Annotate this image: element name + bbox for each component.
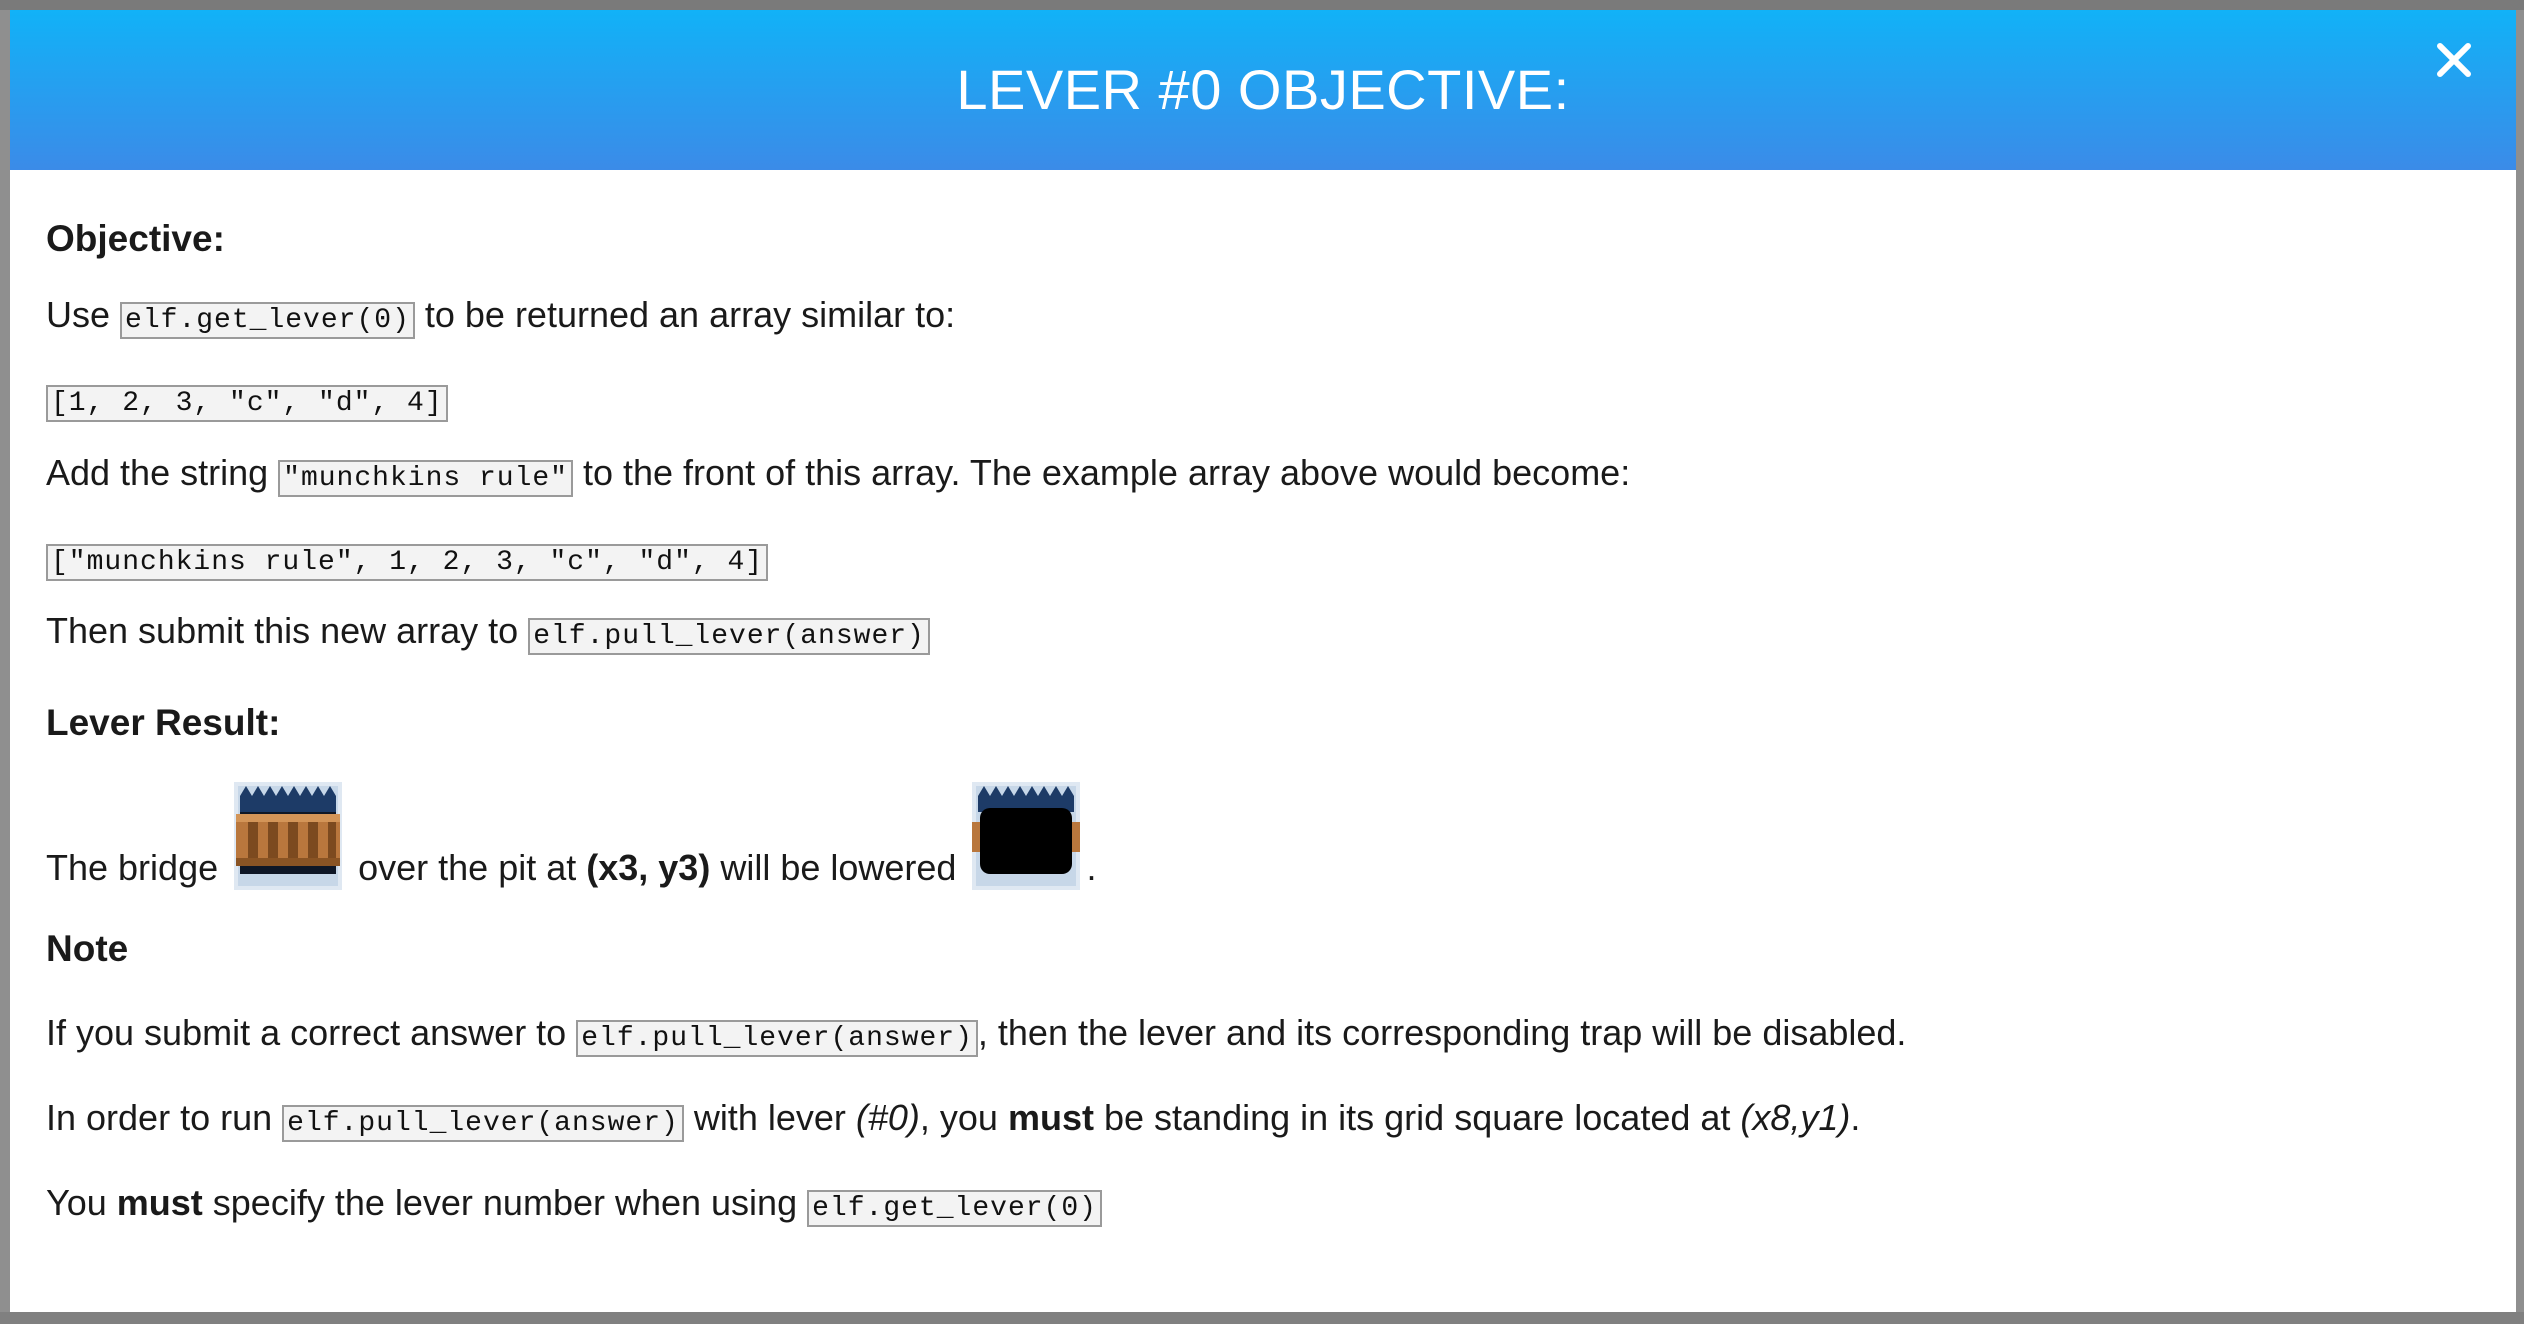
lever-result-heading: Lever Result: [46, 702, 281, 743]
text: . [1086, 847, 1097, 888]
modal-title: LEVER #0 OBJECTIVE: [956, 58, 1570, 121]
close-icon [2437, 43, 2471, 77]
text: Then submit this new array to [46, 610, 529, 651]
text: with lever [683, 1097, 856, 1138]
text: specify the lever number when using [202, 1182, 808, 1223]
code-pull-lever: elf.pull_lever(answer) [528, 618, 930, 655]
result-array-code: ["munchkins rule", 1, 2, 3, "c", "d", 4] [46, 544, 769, 581]
text: . [1850, 1097, 1861, 1138]
objective-line-3: Then submit this new array to elf.pull_l… [46, 610, 930, 655]
text: will be lowered [710, 847, 967, 888]
text: Add the string [46, 452, 279, 493]
text: Use [46, 294, 121, 335]
text: You [46, 1182, 117, 1223]
text: If you submit a correct answer to [46, 1012, 577, 1053]
must-emphasis: must [1007, 1097, 1094, 1138]
code-pull-lever: elf.pull_lever(answer) [576, 1020, 978, 1057]
close-button[interactable] [2428, 34, 2480, 86]
text: to be returned an array similar to: [414, 294, 956, 335]
text: , then the lever and its corresponding t… [977, 1012, 1907, 1053]
lever-number: (#0) [855, 1097, 920, 1138]
code-pull-lever: elf.pull_lever(answer) [282, 1105, 684, 1142]
code-string: "munchkins rule" [278, 460, 573, 497]
objective-line-2: Add the string "munchkins rule" to the f… [46, 452, 1631, 497]
must-emphasis: must [116, 1182, 203, 1223]
text: be standing in its grid square located a… [1093, 1097, 1741, 1138]
bridge-line: The bridge over the pit at (x3, y3) will… [46, 782, 1096, 922]
text: The bridge [46, 847, 229, 888]
code-get-lever: elf.get_lever(0) [120, 302, 415, 339]
background-top [0, 0, 2524, 10]
pit-tile-icon [972, 782, 1081, 890]
text: over the pit at [348, 847, 587, 888]
note-line-3: You must specify the lever number when u… [46, 1182, 1102, 1227]
background-bottom [0, 1312, 2524, 1324]
objective-heading: Objective: [46, 218, 225, 259]
modal-header: LEVER #0 OBJECTIVE: [10, 10, 2516, 170]
note-line-1: If you submit a correct answer to elf.pu… [46, 1012, 1907, 1057]
text: to the front of this array. The example … [572, 452, 1631, 493]
bridge-tile-icon [234, 782, 343, 890]
example-array-code: [1, 2, 3, "c", "d", 4] [46, 385, 448, 422]
text: , you [919, 1097, 1008, 1138]
pit-coords: (x3, y3) [586, 847, 711, 888]
note-line-2: In order to run elf.pull_lever(answer) w… [46, 1097, 1861, 1142]
objective-line-1: Use elf.get_lever(0) to be returned an a… [46, 294, 956, 339]
objective-modal: LEVER #0 OBJECTIVE: Objective: Use elf.g… [10, 10, 2516, 1312]
grid-coords: (x8,y1) [1740, 1097, 1851, 1138]
text: In order to run [46, 1097, 283, 1138]
result-array: ["munchkins rule", 1, 2, 3, "c", "d", 4] [46, 536, 769, 581]
code-get-lever: elf.get_lever(0) [807, 1190, 1102, 1227]
note-heading: Note [46, 928, 129, 969]
example-array: [1, 2, 3, "c", "d", 4] [46, 377, 448, 422]
